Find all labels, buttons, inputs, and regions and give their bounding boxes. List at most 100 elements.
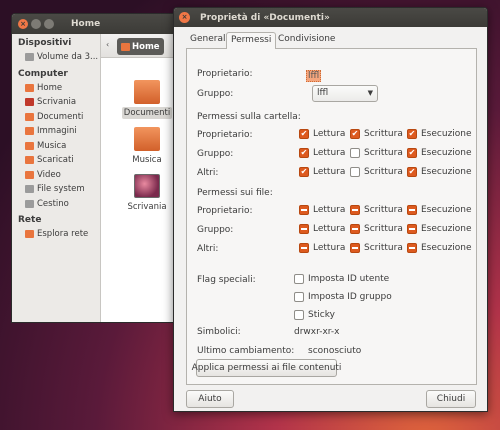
permission-label: Lettura — [313, 129, 346, 139]
sidebar-item[interactable]: Volume da 3... — [12, 50, 100, 65]
permission-label: Scrittura — [364, 129, 403, 139]
permission-label: Lettura — [313, 148, 346, 158]
special-flag-checkbox[interactable]: Sticky — [294, 310, 335, 320]
filesystem-icon — [25, 185, 34, 194]
sidebar: Dispositivi Volume da 3... Computer Home Scr… — [12, 34, 101, 322]
special-flag-checkbox[interactable]: Imposta ID utente — [294, 274, 389, 284]
chevron-down-icon: ▼ — [367, 89, 373, 97]
permission-checkbox[interactable]: Scrittura — [350, 167, 403, 177]
permission-checkbox[interactable]: Lettura — [299, 205, 345, 215]
sidebar-item[interactable]: Esplora rete — [12, 227, 100, 242]
sidebar-item-label: Home — [37, 82, 63, 93]
permission-label: Lettura — [313, 243, 346, 253]
sidebar-item[interactable]: Scrivania — [12, 95, 100, 110]
sidebar-item[interactable]: Documenti — [12, 110, 100, 125]
permission-label: Esecuzione — [421, 224, 472, 234]
permission-checkbox[interactable]: Scrittura — [350, 205, 403, 215]
special-flags-label: Flag speciali: — [197, 275, 256, 285]
downloads-folder-icon — [25, 156, 34, 165]
group-label: Gruppo: — [197, 89, 234, 99]
sidebar-item-label: Volume da 3... — [37, 52, 99, 63]
folder-permissions-heading: Permessi sulla cartella: — [197, 112, 301, 122]
sidebar-item-label: Musica — [37, 140, 67, 151]
empty-box-icon — [350, 167, 360, 177]
permission-checkbox[interactable]: ✔ Esecuzione — [407, 167, 472, 177]
help-button[interactable]: Aiuto — [186, 390, 234, 408]
permission-label: Scrittura — [364, 224, 403, 234]
checkmark-icon: ✔ — [350, 129, 360, 139]
home-folder-icon — [25, 83, 34, 92]
dialog-titlebar: × Proprietà di «Documenti» — [174, 8, 487, 27]
desktop-folder-icon — [134, 174, 160, 198]
permission-checkbox[interactable]: ✔ Lettura — [299, 129, 345, 139]
special-flag-label: Imposta ID gruppo — [308, 292, 392, 302]
permission-label: Lettura — [313, 205, 346, 215]
mixed-state-icon — [407, 243, 417, 253]
sidebar-item[interactable]: Home — [12, 81, 100, 96]
sidebar-item[interactable]: Immagini — [12, 124, 100, 139]
sidebar-item-label: Esplora rete — [37, 229, 89, 240]
empty-box-icon — [294, 292, 304, 302]
group-combo[interactable]: lffl ▼ — [312, 85, 378, 102]
permission-checkbox[interactable]: Scrittura — [350, 224, 403, 234]
trash-icon — [25, 199, 34, 208]
window-title: Home — [71, 19, 101, 29]
help-button-label: Aiuto — [198, 394, 222, 404]
permission-label: Scrittura — [364, 148, 403, 158]
symbolic-label: Simbolici: — [197, 327, 241, 337]
close-icon[interactable]: × — [18, 19, 28, 29]
close-icon[interactable]: × — [179, 12, 190, 23]
permission-checkbox[interactable]: Lettura — [299, 224, 345, 234]
special-flag-label: Imposta ID utente — [308, 274, 390, 284]
checkmark-icon: ✔ — [299, 167, 309, 177]
tab-condivisione[interactable]: Condivisione — [274, 32, 339, 48]
special-flag-checkbox[interactable]: Imposta ID gruppo — [294, 292, 392, 302]
sidebar-item-label: Cestino — [37, 198, 69, 209]
maximize-icon[interactable] — [44, 19, 54, 29]
permission-checkbox[interactable]: ✔ Lettura — [299, 148, 345, 158]
mixed-state-icon — [299, 224, 309, 234]
sidebar-item[interactable]: Video — [12, 168, 100, 183]
empty-box-icon — [350, 148, 360, 158]
permission-checkbox[interactable]: Esecuzione — [407, 224, 472, 234]
permission-label: Esecuzione — [421, 205, 472, 215]
file-item[interactable]: Musica — [121, 127, 173, 166]
permission-checkbox[interactable]: ✔ Lettura — [299, 167, 345, 177]
back-icon[interactable]: ‹ — [106, 40, 109, 49]
special-flag-label: Sticky — [308, 310, 335, 320]
videos-folder-icon — [25, 170, 34, 179]
permission-row-label: Altri: — [197, 168, 219, 178]
checkmark-icon: ✔ — [407, 167, 417, 177]
permission-label: Lettura — [313, 167, 346, 177]
permission-checkbox[interactable]: Lettura — [299, 243, 345, 253]
permission-checkbox[interactable]: Scrittura — [350, 148, 403, 158]
permission-checkbox[interactable]: ✔ Esecuzione — [407, 148, 472, 158]
permission-label: Esecuzione — [421, 148, 472, 158]
permission-label: Scrittura — [364, 167, 403, 177]
permission-checkbox[interactable]: ✔ Esecuzione — [407, 129, 472, 139]
file-label: Musica — [132, 155, 162, 165]
sidebar-item[interactable]: Musica — [12, 139, 100, 154]
file-item[interactable]: Scrivania — [121, 174, 173, 213]
sidebar-item[interactable]: File system — [12, 182, 100, 197]
sidebar-item[interactable]: Scaricati — [12, 153, 100, 168]
permission-checkbox[interactable]: Esecuzione — [407, 243, 472, 253]
tab-permessi[interactable]: Permessi — [226, 32, 277, 49]
minimize-icon[interactable] — [31, 19, 41, 29]
apply-to-contents-button[interactable]: Applica permessi ai file contenuti — [192, 359, 341, 377]
file-label: Documenti — [121, 107, 173, 119]
checkmark-icon: ✔ — [407, 129, 417, 139]
permission-checkbox[interactable]: ✔ Scrittura — [350, 129, 403, 139]
permission-checkbox[interactable]: Scrittura — [350, 243, 403, 253]
sidebar-item[interactable]: Cestino — [12, 197, 100, 212]
close-button[interactable]: Chiudi — [426, 390, 476, 408]
breadcrumb-home[interactable]: Home — [117, 38, 164, 55]
breadcrumb-label: Home — [132, 41, 160, 52]
sidebar-item-label: Scrivania — [37, 97, 77, 108]
permission-label: Esecuzione — [421, 167, 472, 177]
permission-checkbox[interactable]: Esecuzione — [407, 205, 472, 215]
file-item[interactable]: Documenti — [121, 80, 173, 119]
documents-folder-icon — [25, 112, 34, 121]
dialog-title: Proprietà di «Documenti» — [200, 12, 330, 23]
owner-label: Proprietario: — [197, 69, 253, 79]
